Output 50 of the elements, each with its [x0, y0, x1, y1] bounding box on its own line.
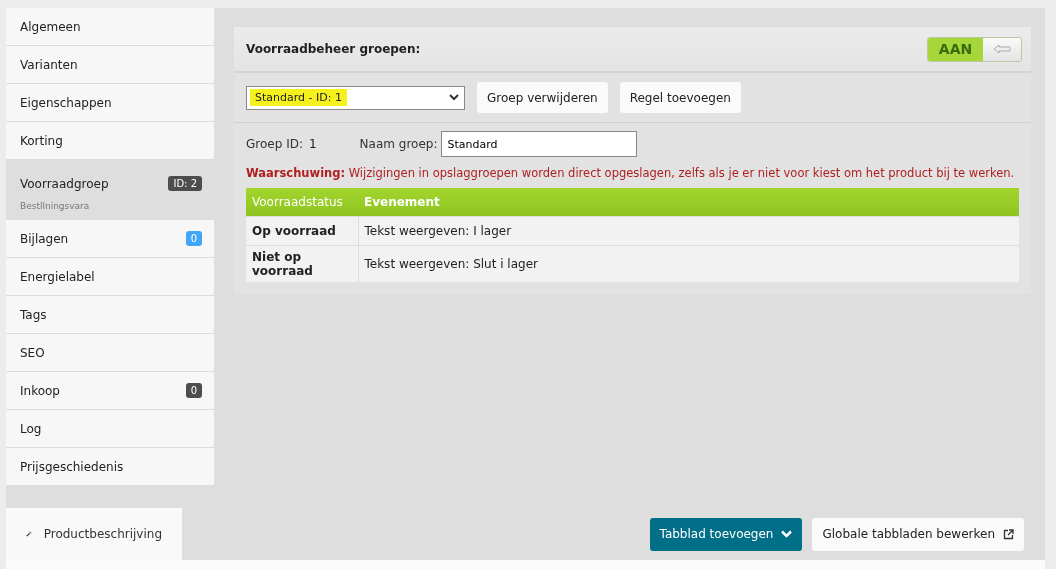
- column-header: Evenement: [358, 188, 1019, 217]
- sidebar-item[interactable]: Tags: [6, 296, 214, 334]
- sidebar-item[interactable]: Varianten: [6, 46, 214, 84]
- edit-global-tabs-button[interactable]: Globale tabbladen bewerken: [812, 517, 1024, 551]
- group-id-label: Groep ID:: [246, 137, 303, 151]
- table-cell: Tekst weergeven: Slut i lager: [358, 245, 1019, 282]
- sidebar-item-label: Prijsgeschiedenis: [20, 459, 124, 474]
- toolbar-button[interactable]: Groep verwijderen: [477, 82, 608, 113]
- toolbar-button[interactable]: Regel toevoegen: [619, 82, 741, 113]
- sidebar-item-label: Varianten: [20, 57, 78, 72]
- count-badge: 0: [185, 383, 202, 398]
- sidebar-item[interactable]: Eigenschappen: [6, 84, 214, 122]
- sidebar-item[interactable]: Korting: [6, 122, 214, 160]
- sidebar-item-label: Voorraadgroep: [20, 176, 109, 191]
- panel-title: Voorraadbeheer groepen:: [246, 42, 421, 56]
- sidebar-item-label: Korting: [20, 133, 63, 148]
- sidebar-item[interactable]: Log: [6, 410, 214, 448]
- sidebar-item-label: SEO: [20, 345, 45, 360]
- group-select[interactable]: Standard - ID: 1: [246, 85, 465, 110]
- group-name-field[interactable]: Standard: [441, 131, 638, 157]
- sidebar-item[interactable]: Inkoop 0: [6, 372, 214, 410]
- warning-text: Waarschuwing: Wijzigingen in opslaggroepen worden direct opgeslagen, zelfs als je er niet voor kiest om het product bij te werken.: [246, 166, 1016, 180]
- tab[interactable]: Productbeschrijving: [6, 508, 182, 560]
- chevron-down-icon: [449, 94, 459, 101]
- sidebar-item-label: Energielabel: [20, 269, 95, 284]
- column-header: Voorraadstatus: [246, 188, 358, 217]
- count-badge: 0: [185, 231, 202, 246]
- sidebar-item[interactable]: Energielabel: [6, 258, 214, 296]
- table-cell: Tekst weergeven: I lager: [358, 216, 1019, 246]
- sidebar-item-label: Inkoop: [20, 383, 60, 398]
- count-badge: ID: 2: [168, 176, 202, 191]
- arrow-left-icon: [993, 44, 1011, 54]
- sidebar-item-label: Eigenschappen: [20, 95, 112, 110]
- external-link-icon: [1003, 528, 1014, 540]
- on-off-toggle[interactable]: AAN: [927, 36, 1022, 62]
- sidebar-item[interactable]: Algemeen: [6, 8, 214, 46]
- group-id-value: 1: [308, 137, 317, 151]
- add-tab-button[interactable]: Tabblad toevoegen: [649, 517, 803, 551]
- table-cell: Op voorraad: [246, 216, 358, 246]
- group-name-label: Naam groep:: [359, 137, 438, 151]
- sidebar-item-label: Bijlagen: [20, 231, 69, 246]
- sidebar-item[interactable]: SEO: [6, 334, 214, 372]
- sidebar-item[interactable]: Prijsgeschiedenis: [6, 448, 214, 486]
- sidebar-item-label: Log: [20, 421, 42, 436]
- table-cell: Niet op voorraad: [246, 245, 358, 282]
- sidebar-item-label: Algemeen: [20, 19, 81, 34]
- chevron-down-icon: [781, 530, 793, 538]
- sidebar-item[interactable]: Bijlagen 0: [6, 220, 214, 258]
- sidebar-item-subtitle: Bestllningsvara: [20, 201, 91, 211]
- sidebar-item-label: Tags: [20, 307, 47, 322]
